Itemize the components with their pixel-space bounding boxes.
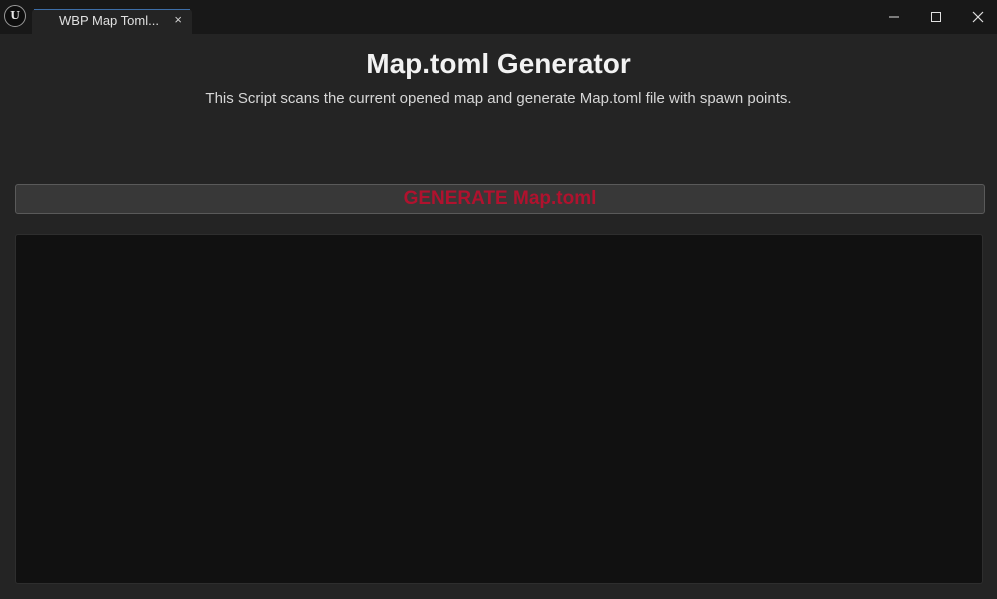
maximize-icon (931, 12, 941, 22)
page-subtitle: This Script scans the current opened map… (205, 90, 792, 107)
minimize-button[interactable] (874, 0, 914, 34)
tab-active-indicator (34, 9, 190, 10)
generate-map-toml-button[interactable]: GENERATE Map.toml (15, 184, 985, 214)
minimize-icon (889, 16, 899, 18)
editor-window: U WBP Map Toml... × Map.toml Generator T… (0, 0, 997, 599)
unreal-engine-logo-icon[interactable]: U (4, 5, 26, 27)
page-title: Map.toml Generator (366, 48, 631, 79)
title-bar: U WBP Map Toml... × (0, 0, 997, 34)
output-log-panel[interactable] (15, 234, 983, 584)
close-icon (972, 11, 984, 23)
tab-label: WBP Map Toml... (59, 13, 159, 28)
maximize-button[interactable] (916, 0, 956, 34)
close-window-button[interactable] (958, 0, 997, 34)
tab-wbp-map-toml[interactable]: WBP Map Toml... × (32, 9, 192, 34)
tab-close-icon[interactable]: × (174, 12, 182, 27)
generate-button-label: GENERATE Map.toml (403, 188, 597, 209)
